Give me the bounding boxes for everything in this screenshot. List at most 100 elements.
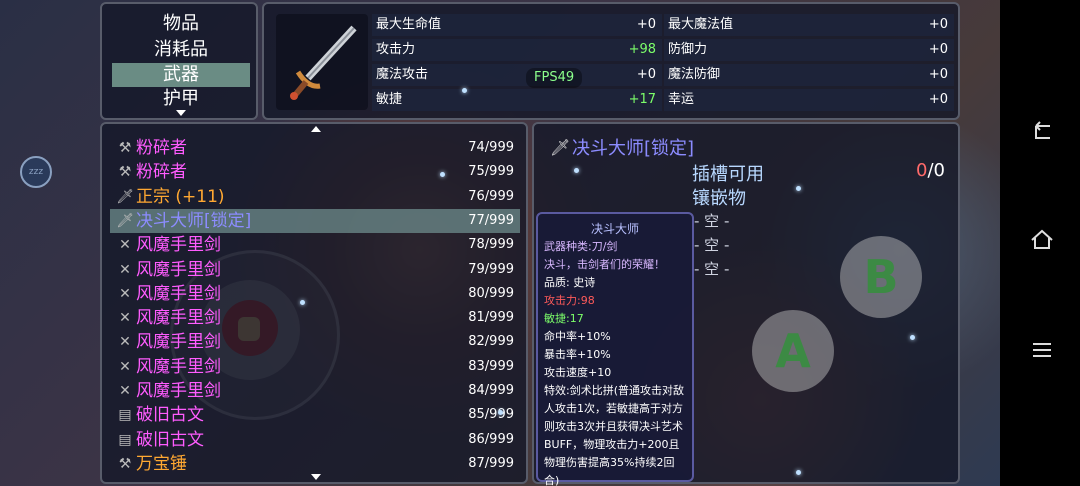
desc-type: 武器种类:刀/剑 <box>544 240 618 253</box>
menu-item-items[interactable]: 物品 <box>112 12 250 36</box>
menu-icon[interactable] <box>1030 338 1054 362</box>
list-item[interactable]: 🗡 正宗 (+11) 76/999 <box>110 185 520 209</box>
stat-magic-defense: 魔法防御 +0 <box>664 64 954 86</box>
stat-label: 魔法攻击 <box>376 67 429 82</box>
slots-total: /0 <box>927 160 945 181</box>
item-name: 破旧古文 <box>136 429 204 450</box>
scroll-up-arrow-icon[interactable] <box>311 126 321 132</box>
item-name: 破旧古文 <box>136 405 204 426</box>
sparkle <box>462 88 467 93</box>
list-item[interactable]: ✕ 风魔手里剑 79/999 <box>110 258 520 282</box>
scroll-icon: ▤ <box>118 407 132 424</box>
item-count: 74/999 <box>468 140 514 155</box>
stat-label: 幸运 <box>668 92 695 107</box>
slots-label: 插槽可用 <box>692 164 764 185</box>
sparkle <box>300 300 305 305</box>
stat-label: 最大生命值 <box>376 17 442 32</box>
desc-agility: 敏捷:17 <box>544 312 584 325</box>
system-nav-bar <box>1000 0 1080 486</box>
stat-defense: 防御力 +0 <box>664 39 954 61</box>
list-item[interactable]: ⚒ 万宝锤 87/999 <box>110 452 520 476</box>
list-item[interactable]: ✕ 风魔手里剑 82/999 <box>110 330 520 354</box>
scroll-down-arrow-icon[interactable] <box>176 110 186 116</box>
item-count: 78/999 <box>468 237 514 253</box>
hammer-icon: ⚒ <box>118 164 132 181</box>
item-count: 80/999 <box>468 285 514 301</box>
weapon-list: ⚒ 粉碎者 74/999 ⚒ 粉碎者 75/999 🗡 正宗 (+11) 76/999 🗡 决斗大师… <box>100 122 528 484</box>
item-name: 风魔手里剑 <box>136 356 221 377</box>
item-name: 风魔手里剑 <box>136 259 221 280</box>
crossed-blades-icon: ✕ <box>119 334 131 351</box>
menu-item-armor[interactable]: 护甲 <box>112 87 250 111</box>
menu-item-weapons[interactable]: 武器 <box>112 63 250 87</box>
crossed-blades-icon: ✕ <box>119 358 131 375</box>
sparkle <box>796 470 801 475</box>
desc-hit: 命中率+10% <box>544 330 611 343</box>
stat-value: +98 <box>628 42 656 57</box>
list-item[interactable]: ⚒ 粉碎者 74/999 <box>110 136 520 160</box>
stat-label: 敏捷 <box>376 92 403 107</box>
item-name: 风魔手里剑 <box>136 283 221 304</box>
stat-max-mp: 最大魔法值 +0 <box>664 14 954 36</box>
desc-flavor: 决斗，击剑者们的荣耀！ <box>544 258 665 271</box>
item-name: 风魔手里剑 <box>136 381 221 401</box>
item-name: 决斗大师[锁定] <box>136 210 252 231</box>
item-count: 86/999 <box>468 431 514 447</box>
stat-max-hp: 最大生命值 +0 <box>372 14 662 36</box>
scroll-icon: ▤ <box>118 431 132 448</box>
stat-value: +0 <box>928 92 948 107</box>
back-icon[interactable] <box>1030 120 1054 144</box>
desc-speed: 攻击速度+10 <box>544 366 612 379</box>
stat-magic-attack: 魔法攻击 +0 <box>372 64 662 86</box>
item-name: 风魔手里剑 <box>136 308 221 329</box>
desc-name: 决斗大师 <box>590 222 639 236</box>
list-item[interactable]: ✕ 风魔手里剑 84/999 <box>110 379 520 403</box>
desc-effect: 特效:剑术比拼(普通攻击对敌人攻击1次，若敏捷高于对方则攻击3次并且获得决斗艺术… <box>544 384 684 486</box>
item-count: 81/999 <box>468 310 514 326</box>
list-item[interactable]: ✕ 风魔手里剑 83/999 <box>110 355 520 379</box>
sparkle <box>440 172 445 177</box>
crossed-blades-icon: ✕ <box>119 237 131 254</box>
list-item[interactable]: 🗡 决斗大师[锁定] 77/999 <box>110 208 520 233</box>
crossed-blades-icon: ✕ <box>119 261 131 278</box>
fps-counter: FPS49 <box>526 68 583 88</box>
desc-attack: 攻击力:98 <box>544 294 595 307</box>
scroll-down-arrow-icon[interactable] <box>311 474 321 480</box>
list-item[interactable]: ✕ 风魔手里剑 78/999 <box>110 233 520 257</box>
gem-slot[interactable]: - 空 - <box>694 258 729 279</box>
sparkle <box>574 168 579 173</box>
list-item[interactable]: ▤ 破旧古文 86/999 <box>110 428 520 452</box>
home-icon[interactable] <box>1030 228 1054 252</box>
sword-icon: 🗡 <box>116 188 134 205</box>
gem-slot[interactable]: - 空 - <box>694 234 729 255</box>
detail-title: 决斗大师[锁定] <box>572 138 695 159</box>
stats-panel: 最大生命值 +0 攻击力 +98 魔法攻击 +0 敏捷 +17 最大魔法值 +0 防御力 +… <box>262 2 960 120</box>
stat-value: +0 <box>636 67 656 82</box>
sword-icon: 🗡 <box>116 212 134 229</box>
gem-slot[interactable]: - 空 - <box>694 210 729 231</box>
item-count: 79/999 <box>468 261 514 277</box>
sparkle <box>910 335 915 340</box>
list-item[interactable]: ⚒ 粉碎者 75/999 <box>110 160 520 184</box>
a-button[interactable]: A <box>752 310 834 392</box>
stat-attack: 攻击力 +98 <box>372 39 662 61</box>
floating-bubble[interactable]: zzz <box>20 156 52 188</box>
weapon-preview <box>276 14 368 110</box>
list-item[interactable]: ▤ 破旧古文 85/999 <box>110 403 520 427</box>
item-description-box: 决斗大师 武器种类:刀/剑 决斗，击剑者们的荣耀！ 品质: 史诗 攻击力:98 … <box>536 212 694 486</box>
stat-agility: 敏捷 +17 <box>372 89 662 111</box>
menu-item-consumables[interactable]: 消耗品 <box>112 38 250 62</box>
item-name: 风魔手里剑 <box>136 332 221 353</box>
stat-value: +17 <box>628 92 656 107</box>
item-count: 87/999 <box>468 455 514 471</box>
crossed-blades-icon: ✕ <box>119 285 131 302</box>
sparkle <box>796 186 801 191</box>
list-item[interactable]: ✕ 风魔手里剑 80/999 <box>110 282 520 306</box>
slots-used: 0 <box>916 160 928 181</box>
item-count: 84/999 <box>468 383 514 398</box>
list-item[interactable]: ✕ 风魔手里剑 81/999 <box>110 306 520 330</box>
item-count: 77/999 <box>468 212 514 228</box>
hammer-icon: ⚒ <box>118 455 132 472</box>
b-button[interactable]: B <box>840 236 922 318</box>
stat-label: 防御力 <box>668 42 708 57</box>
